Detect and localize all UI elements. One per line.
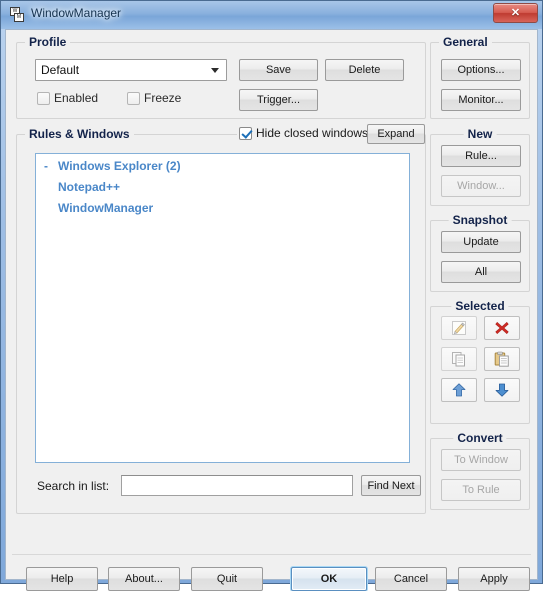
edit-icon xyxy=(452,321,466,335)
paste-icon xyxy=(494,351,509,367)
rules-windows-group-label: Rules & Windows xyxy=(25,127,134,141)
options-button[interactable]: Options... xyxy=(441,59,521,81)
copy-icon-button[interactable] xyxy=(441,347,477,371)
profile-group: Profile Default Save Delete Enabled Free… xyxy=(16,35,426,119)
new-window-button[interactable]: Window... xyxy=(441,175,521,197)
search-input[interactable] xyxy=(121,475,353,496)
hide-closed-windows-label: Hide closed windows xyxy=(256,126,369,140)
convert-group: Convert To Window To Rule xyxy=(430,431,530,510)
search-in-list-label: Search in list: xyxy=(37,479,110,493)
hide-closed-windows-checkbox[interactable]: Hide closed windows xyxy=(237,126,371,140)
delete-icon-button[interactable] xyxy=(484,316,520,340)
chevron-down-icon xyxy=(211,68,219,73)
ok-button[interactable]: OK xyxy=(291,567,367,591)
snapshot-update-button[interactable]: Update xyxy=(441,231,521,253)
freeze-checkbox-label: Freeze xyxy=(144,91,182,105)
snapshot-group: Snapshot Update All xyxy=(430,213,530,292)
convert-to-rule-button[interactable]: To Rule xyxy=(441,479,521,501)
rules-windows-listbox[interactable]: - Windows Explorer (2) Notepad++ WindowM… xyxy=(35,153,410,463)
windowmanager-icon: W M xyxy=(9,7,26,23)
selected-group-label: Selected xyxy=(451,299,509,313)
paste-icon-button[interactable] xyxy=(484,347,520,371)
monitor-button[interactable]: Monitor... xyxy=(441,89,521,111)
profile-combobox-value: Default xyxy=(41,63,80,77)
tree-item-windowmanager[interactable]: WindowManager xyxy=(58,201,153,215)
client-area: Profile Default Save Delete Enabled Free… xyxy=(5,29,538,591)
delete-button[interactable]: Delete xyxy=(325,59,404,81)
move-up-icon xyxy=(452,383,466,397)
find-next-button[interactable]: Find Next xyxy=(361,475,421,496)
new-group: New Rule... Window... xyxy=(430,127,530,206)
cancel-button[interactable]: Cancel xyxy=(375,567,447,591)
close-button[interactable]: ✕ xyxy=(493,3,538,23)
delete-icon xyxy=(495,321,509,335)
move-down-icon-button[interactable] xyxy=(484,378,520,402)
snapshot-group-label: Snapshot xyxy=(448,213,512,227)
hide-closed-windows-checkbox-box xyxy=(239,126,252,140)
title-bar[interactable]: W M WindowManager ✕ xyxy=(1,1,542,29)
rules-windows-group: Rules & Windows Hide closed windows Expa… xyxy=(16,124,426,514)
general-group-label: General xyxy=(439,35,492,49)
apply-button[interactable]: Apply xyxy=(458,567,530,591)
edit-icon-button[interactable] xyxy=(441,316,477,340)
enabled-checkbox-box xyxy=(37,91,50,105)
copy-icon xyxy=(452,352,465,367)
new-rule-button[interactable]: Rule... xyxy=(441,145,521,167)
general-group: General Options... Monitor... xyxy=(430,35,530,119)
quit-button[interactable]: Quit xyxy=(191,567,263,591)
window-title: WindowManager xyxy=(31,6,122,20)
snapshot-all-button[interactable]: All xyxy=(441,261,521,283)
convert-to-window-button[interactable]: To Window xyxy=(441,449,521,471)
move-down-icon xyxy=(495,383,509,397)
footer-separator xyxy=(12,554,531,555)
convert-group-label: Convert xyxy=(453,431,507,445)
selected-group: Selected xyxy=(430,299,530,424)
new-group-label: New xyxy=(463,127,497,141)
freeze-checkbox[interactable]: Freeze xyxy=(127,91,181,105)
profile-combobox[interactable]: Default xyxy=(35,59,227,81)
about-button[interactable]: About... xyxy=(108,567,180,591)
trigger-button[interactable]: Trigger... xyxy=(239,89,318,111)
enabled-checkbox[interactable]: Enabled xyxy=(37,91,98,105)
freeze-checkbox-box xyxy=(127,91,140,105)
tree-item-notepadpp[interactable]: Notepad++ xyxy=(58,180,120,194)
expand-button[interactable]: Expand xyxy=(367,124,425,144)
move-up-icon-button[interactable] xyxy=(441,378,477,402)
tree-item-windows-explorer[interactable]: Windows Explorer (2) xyxy=(58,159,181,173)
save-button[interactable]: Save xyxy=(239,59,318,81)
enabled-checkbox-label: Enabled xyxy=(54,91,99,105)
profile-group-label: Profile xyxy=(25,35,71,49)
application-window: W M WindowManager ✕ Profile Default Save… xyxy=(0,0,543,591)
help-button[interactable]: Help xyxy=(26,567,98,591)
tree-toggle-windows-explorer[interactable]: - xyxy=(44,159,48,173)
